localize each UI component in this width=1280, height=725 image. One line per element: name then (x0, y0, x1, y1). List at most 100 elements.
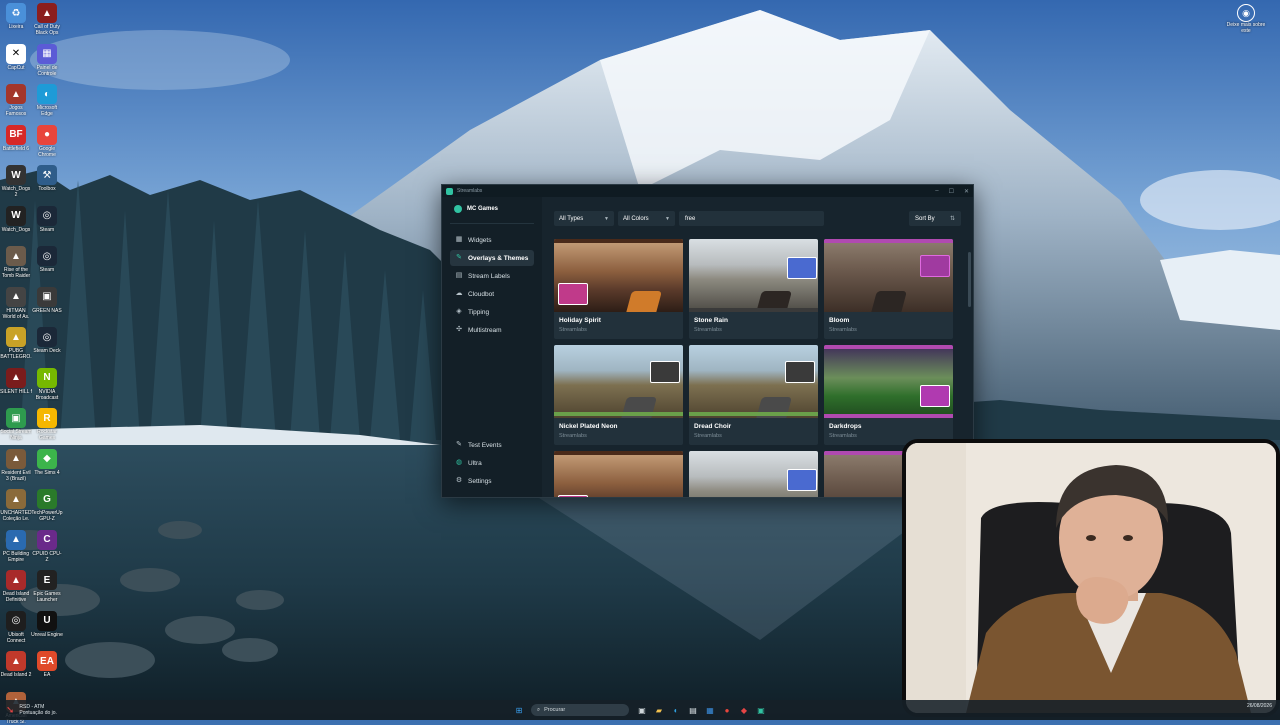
cloud-icon: ☁ (455, 290, 463, 297)
desktop-icon[interactable]: ▲ HITMAN World of As. (0, 286, 32, 320)
epic-icon: E (37, 570, 57, 590)
desktop-icon[interactable]: ▲ SILENT HILL f (0, 367, 32, 401)
desktop-icon[interactable]: ⚒ Toolbox (31, 165, 63, 198)
theme-card[interactable]: Holiday Spirit Streamlabs (554, 239, 683, 339)
desktop-icon[interactable]: G TechPowerUp GPU-Z (31, 489, 63, 522)
taskbar: ➘ RSD - ATM Pontuação do jo. ⊞ ⌕ Procura… (0, 700, 1280, 720)
desktop-icon[interactable]: W Watch_Dogs 2 (0, 165, 32, 198)
theme-card[interactable]: Bloom Streamlabs (824, 239, 953, 339)
sidebar-item-multistream[interactable]: ✣ Multistream (450, 322, 534, 338)
desktop-icon[interactable]: ◎ Ubisoft Connect (0, 610, 32, 644)
desktop-icon[interactable]: BF Battlefield 6 (0, 124, 32, 158)
app-icon[interactable]: ◆ (737, 703, 751, 717)
sidebar-item-stream-labels[interactable]: ▤ Stream Labels (450, 268, 534, 284)
theme-card[interactable] (689, 451, 818, 497)
search-input[interactable]: free (679, 211, 824, 226)
desktop-icon[interactable]: ▲ UNCHARTED Coleção Le. (0, 489, 32, 522)
scrollbar[interactable] (968, 252, 971, 307)
type-filter-dropdown[interactable]: All Types ▼ (554, 211, 614, 226)
color-filter-value: All Colors (623, 215, 649, 222)
desktop-icon-label: HITMAN World of As. (2, 307, 30, 320)
minimize-button[interactable]: – (935, 188, 938, 195)
desktop-icon[interactable]: ▲ Jogos Famosos (0, 84, 32, 117)
desktop-icon[interactable]: U Unreal Engine (31, 610, 63, 644)
theme-author: Streamlabs (694, 327, 722, 333)
desktop-icon[interactable]: EA EA (31, 651, 63, 684)
desktop-icon[interactable]: ♻ Lixeira (0, 3, 32, 36)
theme-card[interactable] (554, 451, 683, 497)
desktop-icon[interactable]: ◎ Steam (31, 246, 63, 279)
desktop-icon[interactable]: ▣ Social Stream Ninja (0, 408, 32, 441)
game-icon: ▲ (6, 489, 26, 509)
game-icon: ▲ (6, 367, 26, 388)
desktop-icon[interactable]: W Watch_Dogs (0, 205, 32, 239)
desktop-icon[interactable]: ▲ Call of Duty Black Ops (31, 3, 63, 36)
theme-author: Streamlabs (829, 327, 857, 333)
store-icon[interactable]: ▦ (703, 703, 717, 717)
desktop-icon[interactable]: ✕ CapCut (0, 43, 32, 77)
theme-thumbnail (689, 345, 818, 418)
desktop-icon-area: ♻ Lixeira ▲ Call of Duty Black Ops ✕ CapCut ▦ P… (0, 0, 70, 725)
desktop-icon[interactable]: C CPUID CPU-Z (31, 529, 63, 563)
streamlabs-taskbar-icon[interactable]: ▣ (754, 703, 768, 717)
notepad-icon[interactable]: ▤ (686, 703, 700, 717)
unreal-icon: U (37, 610, 57, 631)
desktop-icon-label: Social Stream Ninja (0, 429, 32, 441)
desktop-icon[interactable]: ▲ PUBG BATTLEGRO. (0, 327, 32, 360)
account-header[interactable]: MC Games (442, 197, 542, 219)
sidebar-item-widgets[interactable]: ▦ Widgets (450, 232, 534, 248)
watchdogs-icon: W (6, 205, 26, 226)
taskbar-search[interactable]: ⌕ Procurar (531, 704, 629, 716)
ubisoft-icon: ◎ (6, 610, 26, 631)
start-button[interactable]: ⊞ (512, 703, 526, 717)
file-explorer-icon[interactable]: ▰ (652, 703, 666, 717)
chevron-down-icon: ▼ (604, 215, 609, 222)
desktop-shortcut-top-right[interactable]: ◉ Deixe mais sobre este (1226, 4, 1266, 34)
desktop-icon[interactable]: N NVIDIA Broadcast (31, 367, 63, 401)
desktop-icon[interactable]: ▲ Dead Island 2 (0, 651, 32, 684)
theme-card[interactable]: Darkdrops Streamlabs (824, 345, 953, 445)
maximize-button[interactable]: ☐ (949, 188, 954, 195)
game-icon: ▲ (6, 327, 26, 347)
desktop-icon[interactable]: ▲ Dead Island Definitive (0, 570, 32, 603)
desktop-icon[interactable]: ▲ Resident Evil 3 (Brazil) (0, 448, 32, 482)
desktop-icon[interactable]: ● Google Chrome (31, 124, 63, 158)
taskbar-clock[interactable]: 26/08/2026 (1247, 703, 1272, 709)
task-view-icon[interactable]: ▣ (635, 703, 649, 717)
webcam-overlay (902, 439, 1280, 717)
sidebar-item-overlays-themes[interactable]: ✎ Overlays & Themes (450, 250, 534, 266)
theme-card[interactable]: Nickel Plated Neon Streamlabs (554, 345, 683, 445)
window-title: Streamlabs (457, 188, 483, 194)
sidebar-item-label: Settings (468, 477, 492, 485)
close-button[interactable]: ✕ (964, 188, 969, 195)
taskbar-widget[interactable]: ➘ RSD - ATM Pontuação do jo. (0, 704, 126, 716)
sidebar-item-tipping[interactable]: ◈ Tipping (450, 304, 534, 320)
capcut-icon: ✕ (6, 43, 26, 64)
sidebar-item-ultra[interactable]: ◍ Ultra (450, 455, 534, 471)
desktop-icon[interactable]: ▦ Painel de Controle (31, 43, 63, 77)
game-icon: ▲ (37, 3, 57, 23)
color-filter-dropdown[interactable]: All Colors ▼ (618, 211, 675, 226)
desktop-icon[interactable]: ▲ Rise of the Tomb Raider (0, 246, 32, 279)
sort-by-dropdown[interactable]: Sort By ⇅ (909, 211, 961, 226)
theme-card[interactable]: Dread Choir Streamlabs (689, 345, 818, 445)
theme-card[interactable]: Stone Rain Streamlabs (689, 239, 818, 339)
game-icon: ▲ (6, 570, 26, 590)
desktop-icon-label: Rise of the Tomb Raider (1, 267, 31, 279)
desktop-icon[interactable]: ◎ Steam (31, 205, 63, 239)
desktop-icon[interactable]: ▲ PC Building Empire (0, 529, 32, 563)
desktop-icon[interactable]: ◆ The Sims 4 (31, 448, 63, 482)
sidebar-item-cloudbot[interactable]: ☁ Cloudbot (450, 286, 534, 302)
desktop-icon[interactable]: R Rockstar Games (31, 408, 63, 441)
sidebar-item-test-events[interactable]: ✎ Test Events (450, 437, 534, 453)
sidebar-item-settings[interactable]: ⚙ Settings (450, 473, 534, 489)
desktop-icon[interactable]: ◎ Steam Deck (31, 327, 63, 360)
chrome-icon[interactable]: ● (720, 703, 734, 717)
window-titlebar[interactable]: Streamlabs – ☐ ✕ (442, 185, 973, 197)
desktop-icon[interactable]: ▣ GREEN NAS (31, 286, 63, 320)
game-icon: ▲ (6, 448, 26, 469)
control-panel-icon: ▦ (37, 43, 57, 64)
edge-icon[interactable]: ◐ (669, 703, 683, 717)
desktop-icon[interactable]: E Epic Games Launcher (31, 570, 63, 603)
desktop-icon[interactable]: ◐ Microsoft Edge (31, 84, 63, 117)
